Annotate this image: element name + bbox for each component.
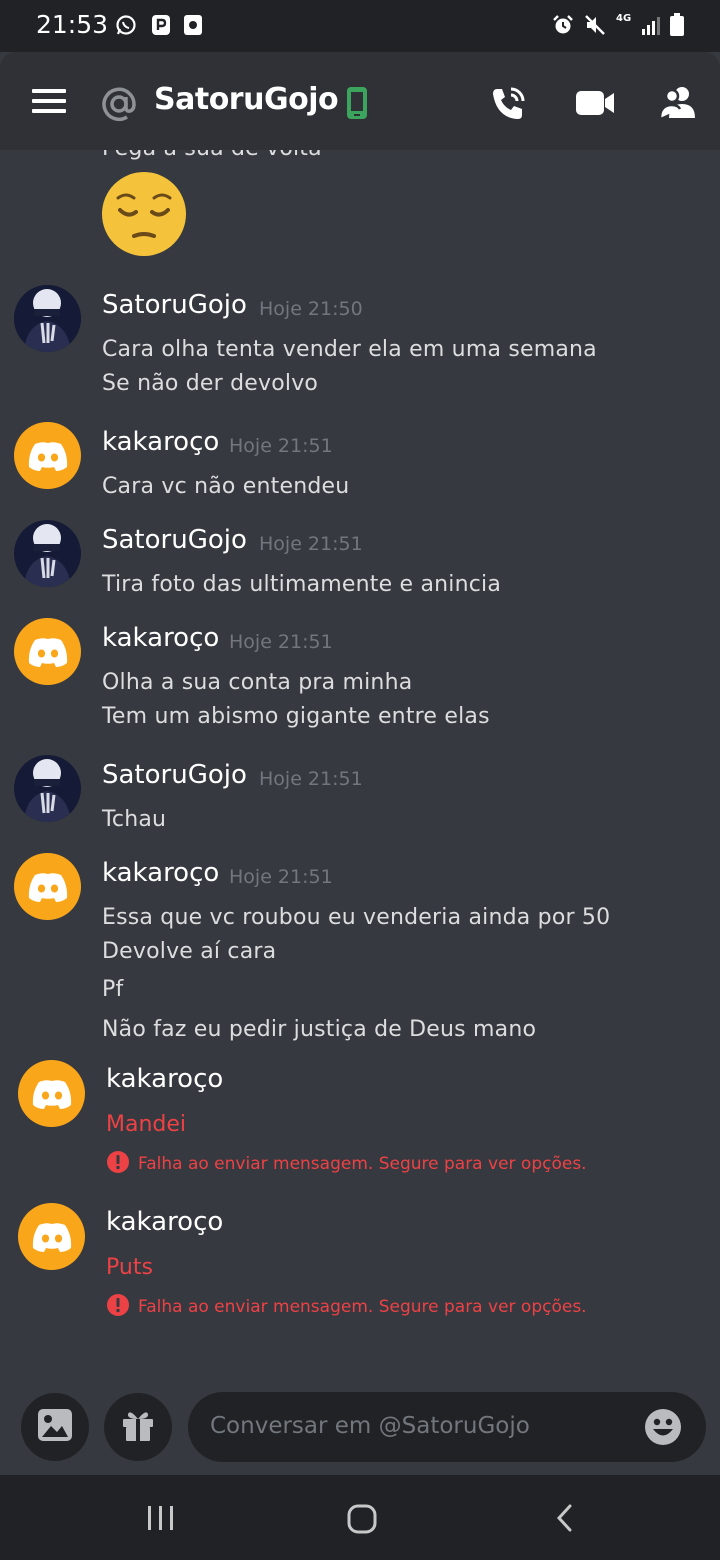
message-text: Tchau bbox=[102, 807, 167, 832]
avatar[interactable] bbox=[14, 285, 81, 352]
avatar[interactable] bbox=[18, 1060, 85, 1127]
send-failure-notice[interactable]: Falha ao enviar mensagem. Segure para ve… bbox=[106, 1294, 587, 1320]
message-author[interactable]: kakaroço bbox=[102, 623, 219, 653]
hamburger-menu-icon[interactable] bbox=[30, 86, 68, 116]
message-timestamp: Hoje 21:51 bbox=[259, 533, 363, 555]
at-sign-icon bbox=[100, 85, 138, 123]
avatar[interactable] bbox=[14, 520, 81, 587]
message-author[interactable]: SatoruGojo bbox=[102, 525, 247, 555]
mobile-status-icon bbox=[346, 86, 368, 120]
status-time: 21:53 bbox=[36, 10, 109, 39]
recent-apps-icon[interactable] bbox=[146, 1503, 176, 1533]
error-text: Falha ao enviar mensagem. Segure para ve… bbox=[138, 1297, 587, 1317]
message-timestamp: Hoje 21:51 bbox=[229, 866, 333, 888]
error-icon bbox=[106, 1150, 130, 1178]
alarm-icon bbox=[552, 14, 574, 36]
message-author[interactable]: kakaroço bbox=[106, 1064, 223, 1094]
home-icon[interactable] bbox=[346, 1503, 378, 1535]
message-author[interactable]: kakaroço bbox=[102, 427, 219, 457]
avatar[interactable] bbox=[14, 853, 81, 920]
back-icon[interactable] bbox=[550, 1503, 580, 1533]
message-author[interactable]: kakaroço bbox=[102, 858, 219, 888]
message-text: Se não der devolvo bbox=[102, 371, 319, 396]
message-text: Tira foto das ultimamente e anincia bbox=[102, 572, 502, 597]
message-input[interactable]: Conversar em @SatoruGojo bbox=[188, 1392, 706, 1462]
message-text: Pega a sua de volta bbox=[102, 150, 322, 161]
avatar[interactable] bbox=[18, 1203, 85, 1270]
message-text: Cara olha tenta vender ela em uma semana bbox=[102, 337, 597, 362]
battery-icon bbox=[666, 13, 688, 36]
attach-image-button[interactable] bbox=[21, 1393, 89, 1461]
message-text: Olha a sua conta pra minha bbox=[102, 670, 413, 695]
failed-message-text[interactable]: Puts bbox=[106, 1255, 153, 1280]
system-navigation-bar bbox=[0, 1475, 720, 1560]
avatar[interactable] bbox=[14, 755, 81, 822]
message-input-bar: Conversar em @SatoruGojo bbox=[0, 1385, 720, 1475]
message-timestamp: Hoje 21:51 bbox=[229, 631, 333, 653]
screenshot-icon bbox=[182, 14, 204, 36]
send-failure-notice[interactable]: Falha ao enviar mensagem. Segure para ve… bbox=[106, 1151, 587, 1177]
avatar[interactable] bbox=[14, 618, 81, 685]
image-icon bbox=[37, 1408, 73, 1446]
network-type: 4G bbox=[616, 13, 632, 24]
gift-button[interactable] bbox=[104, 1393, 172, 1461]
whatsapp-icon bbox=[115, 14, 137, 36]
message-author[interactable]: SatoruGojo bbox=[102, 760, 247, 790]
message-author[interactable]: SatoruGojo bbox=[102, 290, 247, 320]
signal-icon bbox=[640, 14, 662, 36]
message-text: Não faz eu pedir justiça de Deus mano bbox=[102, 1017, 537, 1042]
gift-icon bbox=[120, 1407, 156, 1447]
message-text: Cara vc não entendeu bbox=[102, 474, 350, 499]
channel-title: SatoruGojo bbox=[154, 82, 339, 117]
error-text: Falha ao enviar mensagem. Segure para ve… bbox=[138, 1154, 587, 1174]
channel-header: SatoruGojo bbox=[0, 52, 720, 150]
message-input-placeholder: Conversar em @SatoruGojo bbox=[210, 1413, 530, 1439]
mute-icon bbox=[584, 14, 606, 36]
status-bar: 21:53 4G bbox=[0, 0, 720, 52]
message-list[interactable]: Pega a sua de volta SatoruGojo Hoje 21:5… bbox=[0, 150, 720, 1385]
message-text: Essa que vc roubou eu venderia ainda por… bbox=[102, 905, 611, 930]
message-text: Pf bbox=[102, 977, 124, 1002]
error-icon bbox=[106, 1293, 130, 1321]
emoji-icon[interactable] bbox=[644, 1408, 682, 1446]
message-timestamp: Hoje 21:51 bbox=[259, 768, 363, 790]
message-timestamp: Hoje 21:51 bbox=[229, 435, 333, 457]
message-timestamp: Hoje 21:50 bbox=[259, 298, 363, 320]
failed-message-text[interactable]: Mandei bbox=[106, 1112, 186, 1137]
message-text: Tem um abismo gigante entre elas bbox=[102, 704, 490, 729]
pensive-face-icon bbox=[100, 170, 188, 258]
call-icon[interactable] bbox=[488, 84, 528, 124]
app-notification-icon bbox=[150, 14, 172, 36]
video-call-icon[interactable] bbox=[574, 88, 616, 118]
message-text: Devolve aí cara bbox=[102, 939, 277, 964]
avatar[interactable] bbox=[14, 422, 81, 489]
members-icon[interactable] bbox=[658, 84, 698, 122]
message-author[interactable]: kakaroço bbox=[106, 1207, 223, 1237]
